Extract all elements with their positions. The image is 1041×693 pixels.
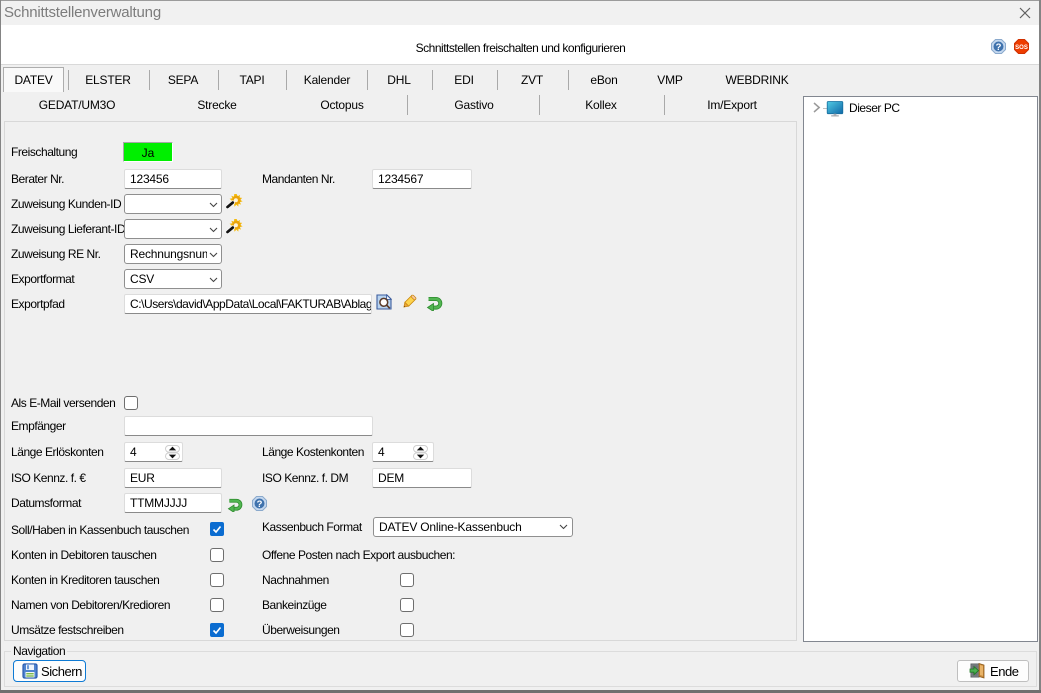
svg-text:SOS: SOS xyxy=(1015,45,1028,51)
svg-text:?: ? xyxy=(257,499,263,510)
svg-text:?: ? xyxy=(996,42,1002,53)
